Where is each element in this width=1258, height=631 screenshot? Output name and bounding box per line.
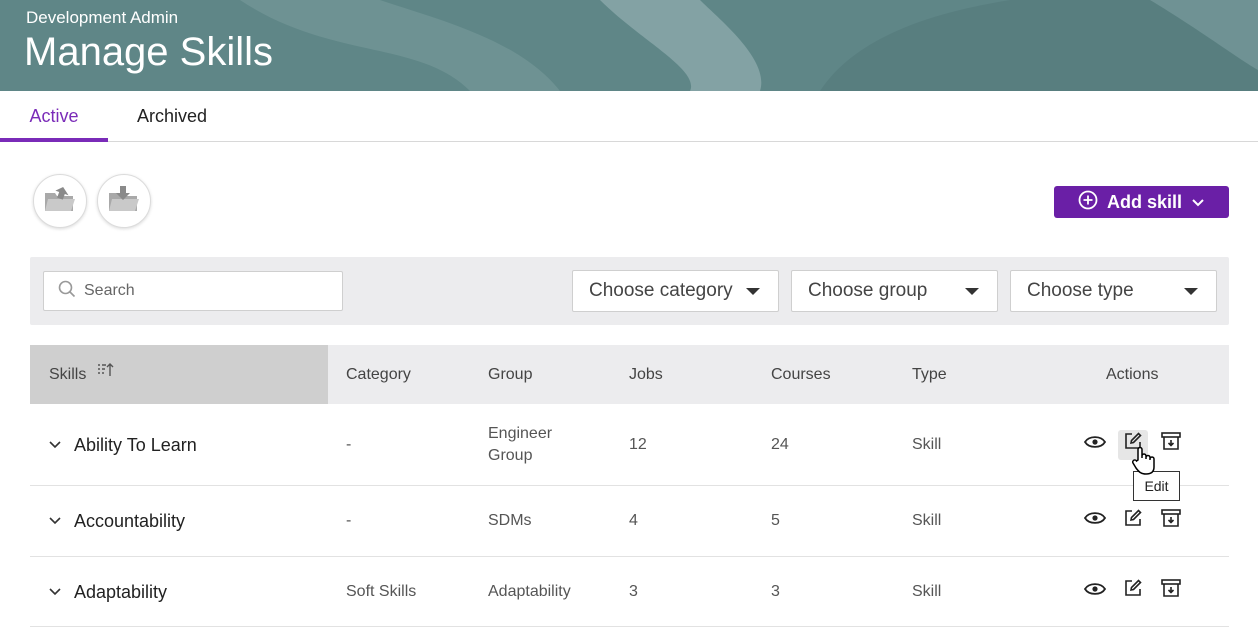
jobs-cell: 12 <box>629 435 647 453</box>
hand-pointer-icon <box>1130 446 1158 481</box>
table-row: Accountability - SDMs 4 5 Skill <box>30 486 1229 557</box>
eye-icon <box>1083 581 1107 603</box>
caret-down-icon <box>965 288 979 295</box>
archive-button[interactable] <box>1156 430 1186 460</box>
skill-cell: Accountability <box>48 486 185 556</box>
folder-download-icon <box>107 185 141 218</box>
view-button[interactable] <box>1080 506 1110 536</box>
type-cell: Skill <box>912 435 942 453</box>
group-select-label: Choose group <box>808 280 928 301</box>
import-button[interactable] <box>33 174 87 228</box>
skill-name: Ability To Learn <box>74 434 197 455</box>
table-header: Skills Category Group Jobs Courses Type … <box>30 345 1229 404</box>
column-header-group: Group <box>488 366 533 383</box>
archive-button[interactable] <box>1156 577 1186 607</box>
table-row: Adaptability Soft Skills Adaptability 3 … <box>30 557 1229 627</box>
category-cell: - <box>346 435 352 453</box>
tab-archived[interactable]: Archived <box>108 91 236 141</box>
view-button[interactable] <box>1080 577 1110 607</box>
edit-button[interactable] <box>1118 577 1148 607</box>
eye-icon <box>1083 434 1107 456</box>
search-input[interactable] <box>84 282 334 300</box>
group-select[interactable]: Choose group <box>791 270 998 312</box>
column-header-type: Type <box>912 366 947 383</box>
group-cell: Engineer Group <box>488 424 553 464</box>
page-header-banner: Development Admin Manage Skills <box>0 0 1258 91</box>
type-cell: Skill <box>912 582 942 600</box>
column-header-actions: Actions <box>1106 366 1159 383</box>
actions-cell <box>1080 557 1186 626</box>
caret-down-icon <box>1184 288 1198 295</box>
add-skill-label: Add skill <box>1106 191 1182 212</box>
column-header-jobs: Jobs <box>629 366 663 383</box>
jobs-cell: 4 <box>629 512 638 529</box>
skill-cell: Adaptability <box>48 557 167 626</box>
column-header-courses: Courses <box>771 366 831 383</box>
chevron-down-icon[interactable] <box>48 516 62 526</box>
search-icon <box>58 280 76 303</box>
chevron-down-icon <box>1191 192 1205 213</box>
page-title: Manage Skills <box>24 30 274 74</box>
plus-circle-icon <box>1078 190 1098 215</box>
group-cell: Adaptability <box>488 582 571 600</box>
view-button[interactable] <box>1080 430 1110 460</box>
skill-cell: Ability To Learn <box>48 404 197 485</box>
category-select-label: Choose category <box>589 280 733 301</box>
edit-icon <box>1123 508 1143 535</box>
export-button[interactable] <box>97 174 151 228</box>
edit-button[interactable] <box>1118 506 1148 536</box>
edit-icon <box>1123 578 1143 605</box>
folder-upload-icon <box>43 185 77 218</box>
group-cell: SDMs <box>488 512 532 529</box>
skill-name: Adaptability <box>74 581 168 602</box>
chevron-down-icon[interactable] <box>48 440 62 450</box>
header-subtitle: Development Admin <box>26 8 179 27</box>
sort-icon <box>97 344 115 403</box>
archive-icon <box>1161 432 1181 457</box>
jobs-cell: 3 <box>629 582 638 600</box>
category-select[interactable]: Choose category <box>572 270 779 312</box>
courses-cell: 3 <box>771 582 780 600</box>
type-cell: Skill <box>912 512 942 529</box>
column-header-category: Category <box>346 366 411 383</box>
courses-cell: 24 <box>771 435 789 453</box>
category-cell: Soft Skills <box>346 582 417 600</box>
caret-down-icon <box>746 288 760 295</box>
type-select-label: Choose type <box>1027 280 1134 301</box>
archive-icon <box>1161 508 1181 534</box>
archive-icon <box>1161 579 1181 604</box>
column-header-skills-label: Skills <box>49 366 87 383</box>
table-row: Ability To Learn - Engineer Group 12 24 … <box>30 404 1229 486</box>
skill-name: Accountability <box>74 511 186 531</box>
category-cell: - <box>346 512 352 529</box>
courses-cell: 5 <box>771 512 780 529</box>
chevron-down-icon[interactable] <box>48 587 62 597</box>
column-header-skills[interactable]: Skills <box>30 345 328 404</box>
type-select[interactable]: Choose type <box>1010 270 1217 312</box>
search-box <box>43 271 343 311</box>
archive-button[interactable] <box>1156 506 1186 536</box>
eye-icon <box>1083 510 1107 532</box>
tab-active[interactable]: Active <box>0 91 108 142</box>
tab-bar: Active Archived <box>0 91 1258 142</box>
add-skill-button[interactable]: Add skill <box>1054 186 1229 218</box>
filter-bar: Choose category Choose group Choose type <box>30 257 1229 325</box>
